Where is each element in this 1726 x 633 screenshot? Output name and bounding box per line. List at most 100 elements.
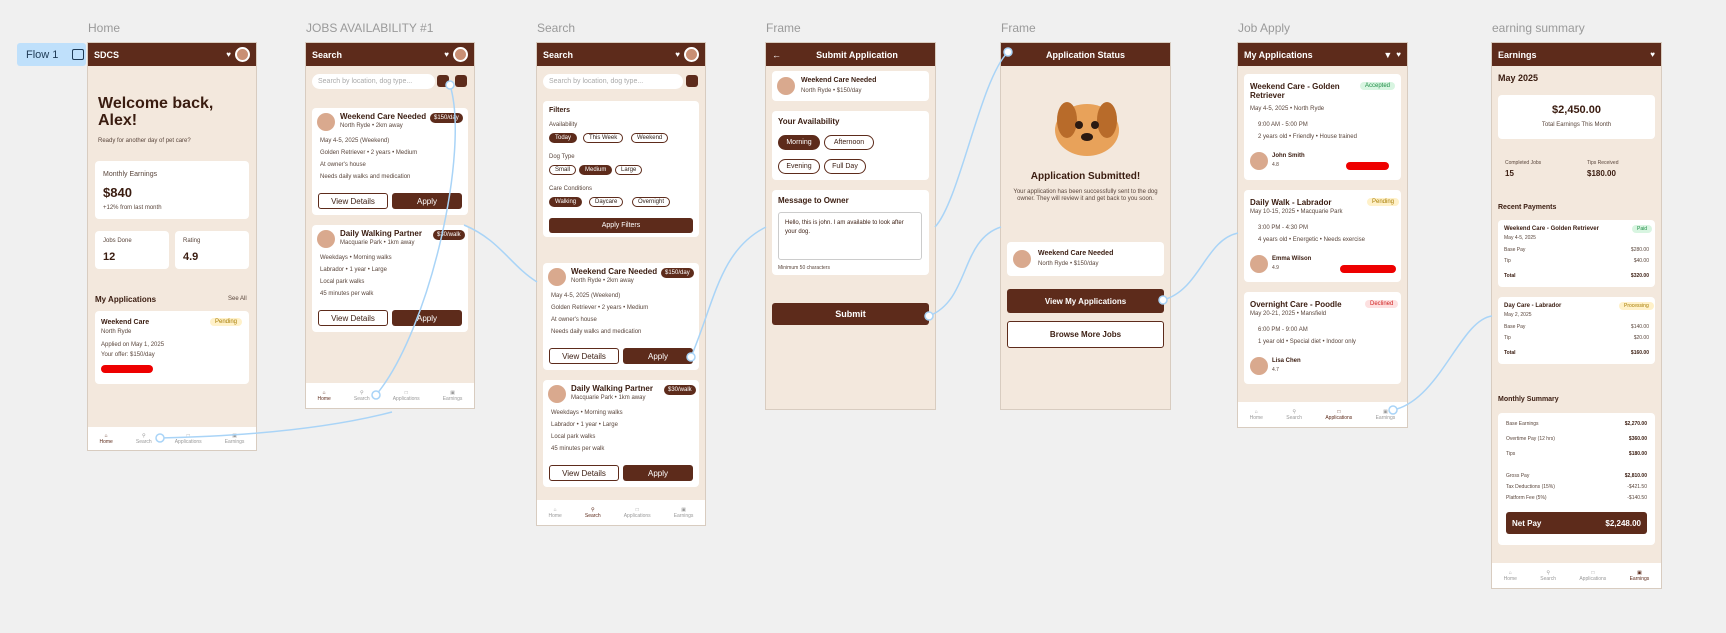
see-all-link[interactable]: See All — [228, 296, 247, 302]
job-card-2[interactable]: Daily Walking Partner Macquarie Park • 1… — [543, 380, 699, 487]
header-title: Submit Application — [816, 49, 898, 60]
nav-applications[interactable]: □ Applications — [393, 390, 420, 402]
chip-today[interactable]: Today — [549, 133, 578, 143]
job-summary-card: Weekend Care Needed North Ryde • $150/da… — [1007, 242, 1164, 276]
filter-icon[interactable] — [686, 75, 698, 87]
app-card-title: Weekend Care — [101, 319, 150, 326]
status-screen: Application Status Application Submitted… — [1001, 43, 1170, 409]
chip-small[interactable]: Small — [549, 165, 577, 175]
back-arrow-icon[interactable]: ← — [772, 50, 781, 60]
filter-icon[interactable]: ▼ — [1383, 50, 1392, 60]
bell-icon[interactable]: ♥ — [675, 50, 680, 59]
my-applications-screen: My Applications ▼ ♥ Weekend Care - Golden … — [1238, 43, 1407, 427]
view-details-button[interactable]: View Details — [549, 348, 619, 364]
opt-afternoon[interactable]: Afternoon — [824, 135, 874, 150]
nav-home[interactable]: ⌂ Home — [1250, 409, 1263, 421]
withdraw-button[interactable]: Withdraw Application — [1340, 265, 1397, 273]
owner-name: John Smith — [1272, 153, 1305, 159]
completed-value: 15 — [1505, 169, 1514, 178]
contact-owner-button[interactable]: Contact Owner — [1346, 162, 1390, 170]
nav-home[interactable]: ⌂ Home — [549, 507, 562, 519]
calendar-icon[interactable] — [455, 75, 467, 87]
nav-applications[interactable]: □ Applications — [1579, 570, 1606, 582]
app-title: Weekend Care - Golden Retriever — [1250, 82, 1340, 100]
nav-search[interactable]: ⚲ Search — [1286, 409, 1302, 421]
bell-icon[interactable]: ♥ — [226, 50, 231, 59]
nav-search[interactable]: ⚲ Search — [354, 390, 370, 402]
filter-icon[interactable] — [437, 75, 449, 87]
chip-medium[interactable]: Medium — [579, 165, 613, 175]
nav-home[interactable]: ⌂ Home — [100, 433, 113, 445]
opt-evening[interactable]: Evening — [778, 159, 820, 174]
nav-search[interactable]: ⚲ Search — [136, 433, 152, 445]
view-my-applications-button[interactable]: View My Applications — [1007, 289, 1164, 313]
opt-fullday[interactable]: Full Day — [824, 159, 866, 174]
flow-tag[interactable]: Flow 1 — [17, 43, 86, 66]
job-card-1[interactable]: Weekend Care Needed North Ryde • 2km awa… — [312, 108, 468, 215]
payment-card-1[interactable]: Weekend Care - Golden Retriever Paid May… — [1498, 220, 1655, 287]
rating-label: Rating — [183, 238, 201, 244]
connector — [934, 51, 1009, 228]
nav-earnings[interactable]: ▣ Earnings — [1376, 409, 1396, 421]
view-details-button[interactable]: View Details — [318, 310, 388, 326]
bell-icon[interactable]: ♥ — [444, 50, 449, 59]
browse-jobs-button[interactable]: Browse More Jobs — [1007, 321, 1164, 348]
payment-card-2[interactable]: Day Care - Labrador Processing May 2, 20… — [1498, 297, 1655, 364]
application-card[interactable]: Weekend Care North Ryde Pending Applied … — [95, 311, 249, 384]
tips-label: Tips Received — [1587, 160, 1619, 166]
nav-applications[interactable]: □ Applications — [1325, 409, 1352, 421]
opt-morning[interactable]: Morning — [778, 135, 820, 150]
nav-earnings[interactable]: ▣ Earnings — [674, 507, 694, 519]
application-item-1[interactable]: Weekend Care - Golden Retriever Accepted… — [1244, 74, 1401, 180]
nav-search[interactable]: ⚲ Search — [585, 507, 601, 519]
summary-card: Base Earnings $2,270.00 Overtime Pay (12… — [1498, 413, 1655, 545]
submit-header: ← Submit Application — [766, 43, 935, 66]
job-card-2[interactable]: Daily Walking Partner Macquarie Park • 1… — [312, 225, 468, 332]
chip-overnight[interactable]: Overnight — [632, 197, 671, 207]
nav-earnings[interactable]: ▣ Earnings — [225, 433, 245, 445]
apply-button[interactable]: Apply — [392, 193, 462, 209]
apply-filters-button[interactable]: Apply Filters — [549, 218, 693, 233]
nav-home[interactable]: ⌂ Home — [1504, 570, 1517, 582]
submit-button[interactable]: Submit — [772, 303, 929, 325]
chip-walking[interactable]: Walking — [549, 197, 583, 207]
apply-button[interactable]: Apply — [392, 310, 462, 326]
nav-applications[interactable]: □ Applications — [624, 507, 651, 519]
message-textarea[interactable]: Hello, this is john. I am available to l… — [778, 212, 922, 260]
row-value: $140.00 — [1630, 324, 1649, 330]
job-loc: North Ryde • 2km away — [340, 123, 403, 129]
app-card-tag[interactable]: Review Application — [101, 365, 153, 373]
apply-button[interactable]: Apply — [623, 348, 693, 364]
app-time: 3:00 PM - 4:30 PM — [1258, 225, 1309, 231]
nav-home[interactable]: ⌂ Home — [318, 390, 331, 402]
row-label: Tip — [1504, 258, 1511, 264]
nav-applications[interactable]: □ Applications — [175, 433, 202, 445]
application-item-3[interactable]: Overnight Care - Poodle Declined May 20-… — [1244, 292, 1401, 384]
frame-label-earnings: earning summary — [1492, 21, 1585, 35]
chip-large[interactable]: Large — [615, 165, 643, 175]
app-title: SDCS — [94, 49, 120, 60]
frame-label-search: Search — [537, 21, 576, 35]
view-details-button[interactable]: View Details — [318, 193, 388, 209]
job-card-1[interactable]: Weekend Care Needed North Ryde • 2km awa… — [543, 263, 699, 370]
avatar[interactable] — [453, 47, 468, 62]
avatar[interactable] — [235, 47, 250, 62]
bell-icon[interactable]: ♥ — [1396, 50, 1401, 59]
app-card-line1: Applied on May 1, 2025 — [101, 342, 165, 348]
nav-search[interactable]: ⚲ Search — [1540, 570, 1556, 582]
earnings-card[interactable]: Monthly Earnings $840 +12% from last mon… — [95, 161, 249, 219]
search-input[interactable]: Search by location, dog type... — [543, 74, 683, 89]
search-input[interactable]: Search by location, dog type... — [312, 74, 435, 89]
view-details-button[interactable]: View Details — [549, 465, 619, 481]
nav-earnings[interactable]: ▣ Earnings — [443, 390, 463, 402]
bell-icon[interactable]: ♥ — [1650, 50, 1655, 59]
apply-button[interactable]: Apply — [623, 465, 693, 481]
chip-this-week[interactable]: This Week — [583, 133, 624, 143]
application-item-2[interactable]: Daily Walk - Labrador Pending May 10-15,… — [1244, 190, 1401, 282]
app-loc: May 10-15, 2025 • Macquarie Park — [1250, 209, 1343, 215]
chip-daycare[interactable]: Daycare — [589, 197, 624, 207]
chip-weekend[interactable]: Weekend — [631, 133, 669, 143]
avatar[interactable] — [684, 47, 699, 62]
nav-earnings[interactable]: ▣ Earnings — [1630, 570, 1650, 582]
row-value: $40.00 — [1633, 258, 1649, 264]
